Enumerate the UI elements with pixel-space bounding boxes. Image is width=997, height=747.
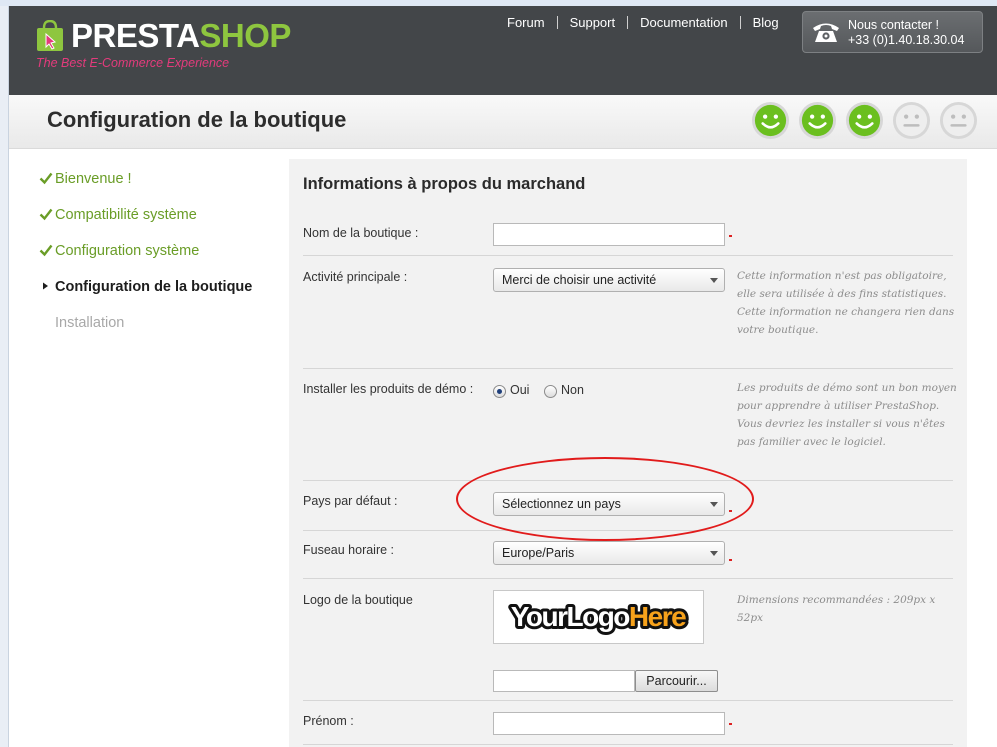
row-separator — [303, 368, 953, 369]
your-logo-here-image: YourLogoHere YourLogoHere — [508, 598, 691, 635]
svg-text:YourLogoHere: YourLogoHere — [511, 601, 686, 632]
contact-title: Nous contacter ! — [848, 18, 940, 32]
gray-smiley-icon — [892, 101, 931, 140]
firstname-input[interactable] — [493, 712, 725, 735]
demo-radio-group: Oui Non — [493, 383, 613, 399]
browse-button[interactable]: Parcourir... — [635, 670, 718, 692]
contact-button[interactable]: Nous contacter ! +33 (0)1.40.18.30.04 — [802, 11, 983, 53]
firstname-label: Prénom : — [303, 714, 354, 728]
title-bar: Configuration de la boutique — [9, 95, 997, 149]
brand-tagline: The Best E-Commerce Experience — [36, 56, 230, 70]
phone-icon — [813, 23, 839, 42]
timezone-select[interactable]: Europe/Paris — [493, 541, 725, 565]
demo-no-label[interactable]: Non — [561, 383, 584, 397]
demo-yes-label[interactable]: Oui — [510, 383, 529, 397]
check-icon — [39, 172, 53, 185]
step-label: Compatibilité système — [55, 207, 197, 223]
chevron-down-icon — [710, 551, 718, 556]
nav-link-documentation[interactable]: Documentation — [628, 15, 741, 29]
demo-help: Les produits de démo sont un bon moyen p… — [737, 382, 957, 448]
row-separator — [303, 255, 953, 256]
shop-name-label: Nom de la boutique : — [303, 226, 419, 240]
prestashop-logo[interactable]: PRESTASHOP The Best E-Commerce Experienc… — [35, 16, 291, 80]
row-separator — [303, 744, 953, 745]
form-heading: Informations à propos du marchand — [303, 175, 586, 193]
gray-smiley-icon — [939, 101, 978, 140]
activity-value: Merci de choisir une activité — [502, 273, 657, 287]
brand-name: PRESTASHOP — [71, 18, 291, 54]
merchant-form-panel: Informations à propos du marchand Nom de… — [289, 159, 967, 747]
step-label: Bienvenue ! — [55, 171, 132, 187]
row-separator — [303, 578, 953, 579]
installer-page: PRESTASHOP The Best E-Commerce Experienc… — [0, 0, 997, 747]
chevron-down-icon — [710, 278, 718, 283]
prestashop-bag-icon — [37, 20, 63, 51]
window-left-edge — [0, 6, 9, 747]
timezone-value: Europe/Paris — [502, 546, 575, 560]
step-label: Configuration de la boutique — [55, 279, 253, 295]
logo-label: Logo de la boutique — [303, 593, 413, 607]
page-title: Configuration de la boutique — [47, 107, 347, 132]
demo-label: Installer les produits de démo : — [303, 382, 474, 396]
check-icon — [39, 244, 53, 257]
logo-help: Dimensions recommandées : 209px x 52px — [737, 594, 936, 624]
logo-file-path[interactable] — [493, 670, 635, 692]
required-mark — [729, 559, 732, 561]
contact-phone: +33 (0)1.40.18.30.04 — [848, 33, 965, 47]
triangle-right-icon — [43, 282, 48, 290]
progress-smileys — [751, 101, 978, 140]
step-label: Installation — [55, 315, 125, 331]
demo-no-radio[interactable] — [544, 385, 557, 398]
activity-label: Activité principale : — [303, 270, 408, 284]
nav-link-support[interactable]: Support — [558, 15, 629, 29]
step-label: Configuration système — [55, 243, 200, 259]
row-separator — [303, 700, 953, 701]
top-navigation: Forum Support Documentation Blog — [495, 13, 791, 31]
activity-select[interactable]: Merci de choisir une activité — [493, 268, 725, 292]
site-header: PRESTASHOP The Best E-Commerce Experienc… — [9, 6, 997, 95]
shop-logo-preview: YourLogoHere YourLogoHere — [493, 590, 704, 644]
nav-link-blog[interactable]: Blog — [741, 16, 791, 29]
annotation-highlight-ellipse — [456, 457, 754, 541]
brand-presta: PRESTA — [71, 17, 200, 54]
demo-yes-radio[interactable] — [493, 385, 506, 398]
shop-name-input[interactable] — [493, 223, 725, 246]
check-icon — [39, 208, 53, 221]
green-smiley-icon — [845, 101, 884, 140]
green-smiley-icon — [751, 101, 790, 140]
activity-help: Cette information n'est pas obligatoire,… — [737, 270, 955, 336]
timezone-label: Fuseau horaire : — [303, 543, 395, 557]
required-mark — [729, 723, 732, 725]
country-label: Pays par défaut : — [303, 494, 398, 508]
green-smiley-icon — [798, 101, 837, 140]
brand-shop: SHOP — [199, 17, 291, 54]
nav-link-forum[interactable]: Forum — [495, 15, 558, 29]
required-mark — [729, 235, 732, 237]
